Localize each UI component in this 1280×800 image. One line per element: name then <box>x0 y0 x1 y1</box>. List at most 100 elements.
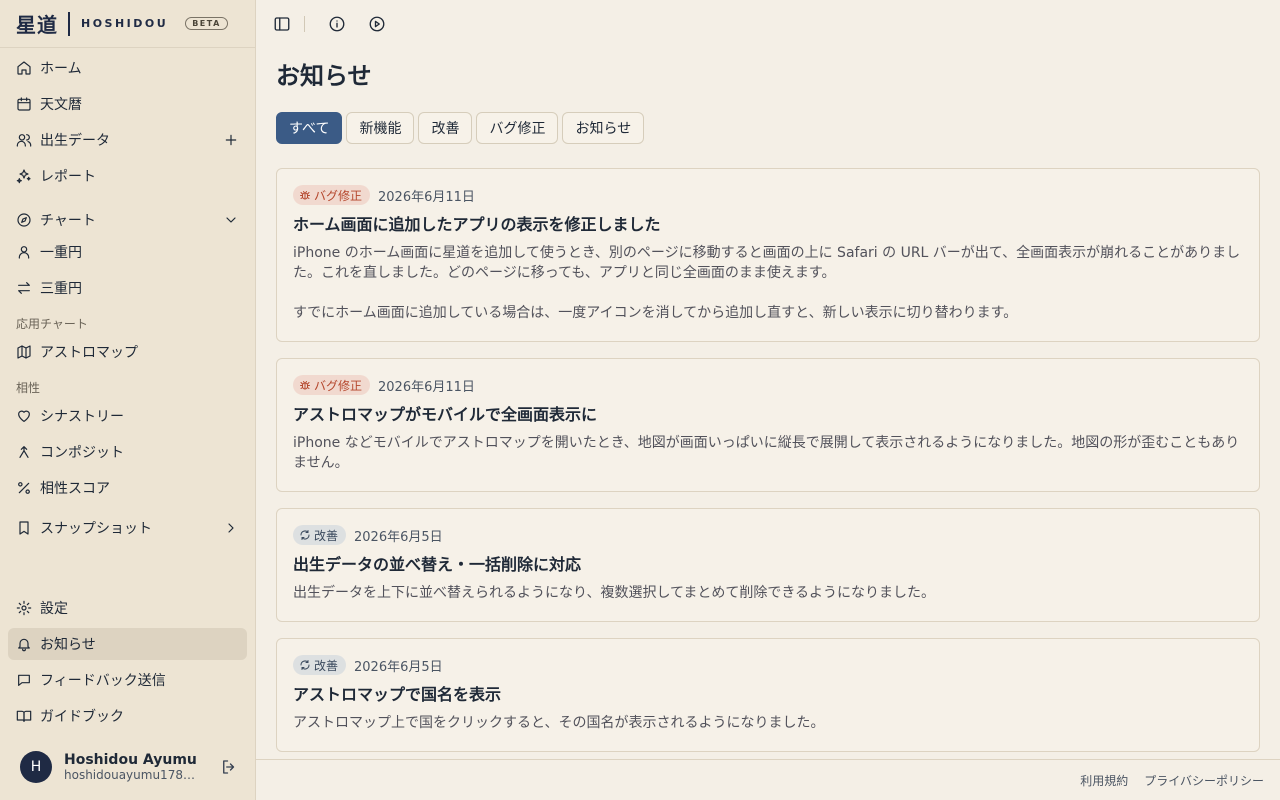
sidebar: 星道 HOSHIDOU BETA ホーム 天文暦 出生データ レポート チャート… <box>0 0 256 800</box>
nav-label: 天文暦 <box>40 97 82 113</box>
nav-label: 設定 <box>40 601 68 617</box>
filter-all[interactable]: すべて <box>276 112 343 144</box>
card-date: 2026年6月5日 <box>354 529 443 545</box>
nav-item-single-wheel[interactable]: 一重円 <box>8 236 247 268</box>
badge-bug-fix: バグ修正 <box>293 375 371 395</box>
card-paragraph: すでにホーム画面に追加している場合は、一度アイコンを消してから追加し直すと、新し… <box>293 305 1018 321</box>
sparkles-icon <box>16 168 32 184</box>
badge-label: 改善 <box>314 658 339 673</box>
message-square-icon <box>16 672 32 688</box>
map-icon <box>16 344 32 360</box>
card-paragraph: iPhone のホーム画面に星道を追加して使うとき、別のページに移動すると画面の… <box>293 245 1241 281</box>
badge-label: バグ修正 <box>314 378 363 393</box>
sidebar-toggle-icon[interactable] <box>273 15 291 33</box>
card-title: アストロマップで国名を表示 <box>293 685 502 704</box>
main-content: お知らせ すべて 新機能 改善 バグ修正 お知らせ バグ修正 2026年6月11… <box>256 48 1280 758</box>
plus-icon[interactable] <box>223 132 239 148</box>
card-date: 2026年6月11日 <box>378 379 475 395</box>
nav-label: シナストリー <box>40 409 124 425</box>
card-meta: 改善 2026年6月5日 <box>293 525 1243 545</box>
chevron-right-icon[interactable] <box>223 520 239 536</box>
card-body: アストロマップ上で国をクリックすると、その国名が表示されるようになりました。 <box>293 713 1243 733</box>
nav-item-composite[interactable]: コンポジット <box>8 436 247 468</box>
home-icon <box>16 60 32 76</box>
percent-icon <box>16 480 32 496</box>
nav-item-compat-score[interactable]: 相性スコア <box>8 472 247 504</box>
nav-label: 三重円 <box>40 281 82 297</box>
filter-bug-fixes[interactable]: バグ修正 <box>476 112 559 144</box>
beta-badge: BETA <box>185 17 228 30</box>
user-name: Hoshidou Ayumu <box>64 752 197 768</box>
logout-icon[interactable] <box>220 758 238 776</box>
card-title: 出生データの並べ替え・一括削除に対応 <box>293 555 582 574</box>
news-card: バグ修正 2026年6月11日 アストロマップがモバイルで全画面表示に iPho… <box>276 358 1260 492</box>
card-meta: バグ修正 2026年6月11日 <box>293 375 1243 395</box>
brand-logo[interactable]: 星道 HOSHIDOU BETA <box>0 0 255 48</box>
nav-item-astromap[interactable]: アストロマップ <box>8 336 247 368</box>
nav-item-reports[interactable]: レポート <box>8 160 247 192</box>
nav-item-settings[interactable]: 設定 <box>8 592 247 624</box>
card-meta: バグ修正 2026年6月11日 <box>293 185 1243 205</box>
terms-link[interactable]: 利用規約 <box>1080 772 1128 789</box>
news-card: バグ修正 2026年6月11日 ホーム画面に追加したアプリの表示を修正しました … <box>276 168 1260 342</box>
calendar-icon <box>16 96 32 112</box>
nav-item-triple-wheel[interactable]: 三重円 <box>8 272 247 304</box>
card-paragraph: iPhone などモバイルでアストロマップを開いたとき、地図が画面いっぱいに縦長… <box>293 435 1240 471</box>
nav-label: ホーム <box>40 61 82 77</box>
book-open-icon <box>16 708 32 724</box>
filter-announcements[interactable]: お知らせ <box>562 112 645 144</box>
gear-icon <box>16 600 32 616</box>
nav-item-chart[interactable]: チャート <box>8 204 247 236</box>
nav-label: フィードバック送信 <box>40 673 166 689</box>
badge-label: 改善 <box>314 528 339 543</box>
topbar <box>256 0 1280 48</box>
section-label-compat: 相性 <box>16 381 41 395</box>
refresh-icon <box>300 660 310 670</box>
filter-improvements[interactable]: 改善 <box>418 112 473 144</box>
filter-tabs: すべて 新機能 改善 バグ修正 お知らせ <box>276 112 645 144</box>
user-profile[interactable]: H Hoshidou Ayumu hoshidouayumu1781... <box>20 750 240 784</box>
bell-icon <box>16 636 32 652</box>
nav-label: 出生データ <box>40 133 110 149</box>
arrows-left-right-icon <box>16 280 32 296</box>
filter-new-features[interactable]: 新機能 <box>346 112 415 144</box>
nav-label: 一重円 <box>40 245 82 261</box>
page-title: お知らせ <box>276 62 372 90</box>
bug-icon <box>300 191 310 200</box>
card-date: 2026年6月5日 <box>354 659 443 675</box>
card-title: ホーム画面に追加したアプリの表示を修正しました <box>293 215 661 234</box>
nav-item-synastry[interactable]: シナストリー <box>8 400 247 432</box>
nav-label: アストロマップ <box>40 345 138 361</box>
news-card: 改善 2026年6月5日 アストロマップで国名を表示 アストロマップ上で国をクリ… <box>276 638 1260 752</box>
compass-icon <box>16 212 32 228</box>
news-card: 改善 2026年6月5日 出生データの並べ替え・一括削除に対応 出生データを上下… <box>276 508 1260 622</box>
card-meta: 改善 2026年6月5日 <box>293 655 1243 675</box>
topbar-divider <box>304 16 305 32</box>
card-paragraph: アストロマップ上で国をクリックすると、その国名が表示されるようになりました。 <box>293 715 825 731</box>
brand-kanji: 星道 <box>16 13 58 37</box>
privacy-link[interactable]: プライバシーポリシー <box>1144 772 1264 789</box>
nav-item-feedback[interactable]: フィードバック送信 <box>8 664 247 696</box>
nav-item-snapshot[interactable]: スナップショット <box>8 512 247 544</box>
play-circle-icon[interactable] <box>368 15 386 33</box>
brand-divider <box>68 11 70 36</box>
nav-item-ephemeris[interactable]: 天文暦 <box>8 88 247 120</box>
nav-item-home[interactable]: ホーム <box>8 52 247 84</box>
badge-improvement: 改善 <box>293 655 347 675</box>
nav-item-guidebook[interactable]: ガイドブック <box>8 700 247 732</box>
info-icon[interactable] <box>328 15 346 33</box>
nav-item-birth-data[interactable]: 出生データ <box>8 124 247 156</box>
nav-item-news[interactable]: お知らせ <box>8 628 247 660</box>
chevron-down-icon[interactable] <box>223 212 239 228</box>
avatar: H <box>20 751 52 783</box>
card-paragraph: 出生データを上下に並べ替えられるようになり、複数選択してまとめて削除できるように… <box>293 585 936 601</box>
section-label-applied: 応用チャート <box>16 317 88 331</box>
heart-icon <box>16 408 32 424</box>
bug-icon <box>300 381 310 390</box>
brand-latin: HOSHIDOU <box>81 17 169 30</box>
nav-label: 相性スコア <box>40 481 110 497</box>
user-email: hoshidouayumu1781... <box>64 768 199 782</box>
nav-label: ガイドブック <box>40 709 124 725</box>
footer: 利用規約 プライバシーポリシー <box>256 759 1280 800</box>
nav-label: コンポジット <box>40 445 124 461</box>
